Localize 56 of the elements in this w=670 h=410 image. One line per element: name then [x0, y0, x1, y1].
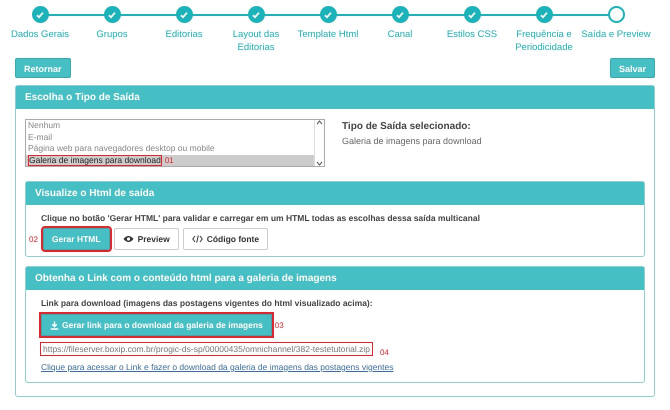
step-indicator[interactable]: [32, 6, 48, 23]
check-icon: [467, 10, 477, 20]
back-button[interactable]: Retornar: [15, 58, 71, 78]
annotation-number: 01: [164, 154, 174, 166]
scrollbar[interactable]: [314, 120, 324, 166]
check-icon: [323, 10, 333, 20]
step-label[interactable]: Dados Gerais: [5, 28, 75, 41]
section-title: Visualize o Html de saída: [26, 182, 644, 205]
output-type-list[interactable]: Nenhum E-mail Página web para navegadores desktop ou mobile Galeria de imagens para download 01: [25, 119, 325, 167]
scroll-down-icon[interactable]: [316, 161, 323, 166]
save-button[interactable]: Salvar: [610, 58, 655, 78]
annotation-number: 02: [29, 234, 38, 244]
check-icon: [539, 10, 549, 20]
step-label[interactable]: Frequência e Periodicidade: [509, 28, 579, 54]
step-label[interactable]: Estilos CSS: [437, 28, 507, 41]
step-label[interactable]: Saída e Preview: [581, 28, 651, 41]
download-url: https://fileserver.boxip.com.br/progic-ds-sp/00000435/omnichannel/382-testetutorial.zip: [41, 342, 372, 354]
check-icon: [35, 10, 45, 20]
download-link-label: Link para download (imagens das postagens vigentes do html visualizado acima):: [41, 298, 373, 308]
download-icon: [50, 320, 59, 330]
step-label[interactable]: Canal: [365, 28, 435, 41]
source-code-button[interactable]: Código fonte: [182, 228, 268, 250]
step-label[interactable]: Grupos: [77, 28, 147, 41]
eye-icon: [122, 235, 134, 243]
step-indicator[interactable]: [104, 6, 120, 23]
annotation-number: 04: [380, 348, 389, 357]
check-icon: [251, 10, 261, 20]
list-option[interactable]: Página web para navegadores desktop ou mobile: [26, 143, 314, 154]
code-icon: [192, 235, 203, 243]
step-label[interactable]: Layout das Editorias: [221, 28, 291, 54]
annotation-number: 03: [274, 320, 284, 330]
selected-type-value: Galeria de imagens para download: [342, 136, 482, 146]
step-indicator[interactable]: [536, 6, 552, 23]
list-option[interactable]: Galeria de imagens para download 01: [26, 154, 314, 166]
preview-button[interactable]: Preview: [114, 228, 179, 250]
list-option[interactable]: Nenhum: [26, 120, 314, 132]
list-option[interactable]: E-mail: [26, 132, 314, 143]
download-link[interactable]: Clique para acessar o Link e fazer o download da galeria de imagens das postagens vigentes: [41, 362, 394, 372]
step-label[interactable]: Template Html: [293, 28, 363, 41]
scroll-up-icon[interactable]: [316, 120, 323, 125]
panel-title: Escolha o Tipo de Saída: [16, 86, 654, 109]
step-indicator[interactable]: [608, 6, 624, 23]
selected-type-heading: Tipo de Saída selecionado:: [342, 121, 472, 132]
check-icon: [395, 10, 405, 20]
generate-link-button[interactable]: Gerar link para o download da galeria de imagens: [41, 314, 272, 336]
section-title: Obtenha o Link com o conteúdo html para a galeria de imagens: [26, 267, 644, 290]
check-icon: [179, 10, 189, 20]
step-indicator[interactable]: [392, 6, 408, 23]
step-indicator[interactable]: [320, 6, 336, 23]
step-indicator[interactable]: [248, 6, 264, 23]
generate-html-button[interactable]: Gerar HTML: [42, 228, 110, 250]
step-label[interactable]: Editorias: [149, 28, 219, 41]
step-indicator[interactable]: [176, 6, 192, 23]
step-indicator[interactable]: [464, 6, 480, 23]
check-icon: [107, 10, 117, 20]
instruction-text: Clique no botão 'Gerar HTML' para validar e carregar em um HTML todas as escolhas dessa saída multicanal: [41, 213, 480, 223]
